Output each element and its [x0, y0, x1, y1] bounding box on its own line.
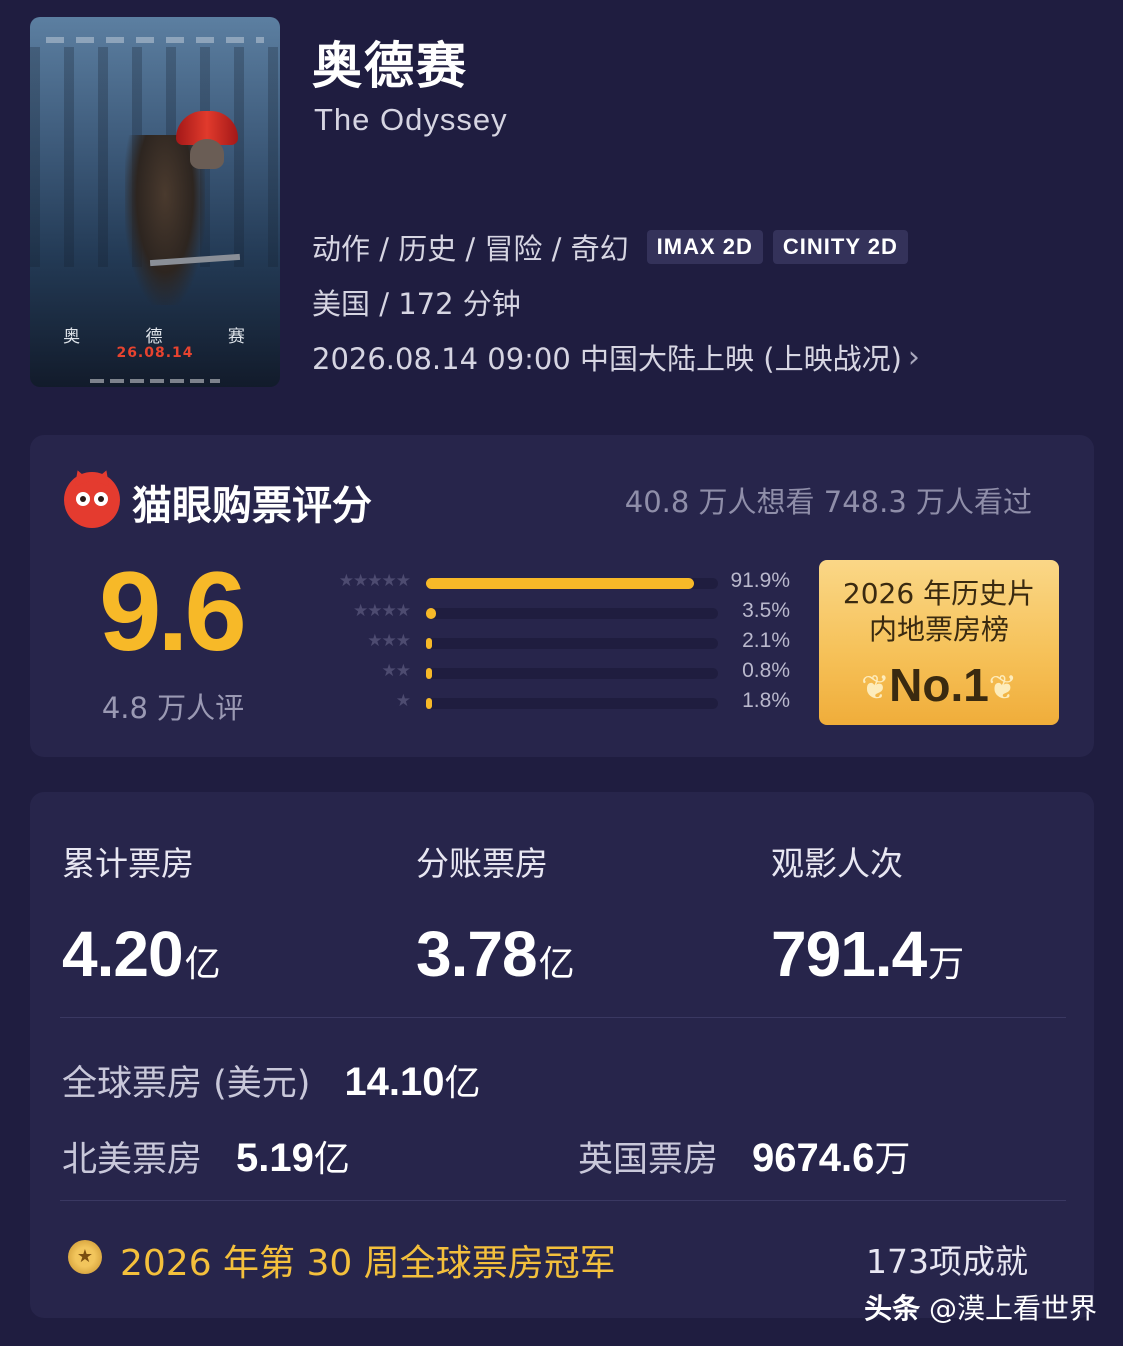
rating-count: 4.8 万人评 [101, 691, 245, 725]
distribution-track [426, 578, 718, 589]
poster-title: 奥 德 赛 [63, 327, 275, 347]
movie-release-link[interactable]: 2026.08.14 09:00 中国大陆上映 (上映战况) › [312, 336, 920, 378]
distribution-row: ★ 1.8% [308, 689, 798, 721]
stat-value: 791.4万 [771, 918, 964, 990]
want-watched-counts: 40.8 万人想看 748.3 万人看过 [624, 485, 1032, 519]
distribution-fill [426, 578, 695, 589]
distribution-row: ★★ 0.8% [308, 659, 798, 691]
movie-title: 奥德赛 [312, 37, 468, 95]
movie-poster[interactable]: 奥 德 赛 26.08.14 [30, 17, 280, 387]
poster-footer [90, 379, 220, 383]
format-badge-cinity: CINITY 2D [772, 230, 908, 264]
distribution-track [426, 638, 718, 649]
uk-box-office: 英国票房 9674.6万 [578, 1130, 910, 1182]
divider [60, 1200, 1066, 1201]
stat-label: 分账票房 [416, 844, 548, 883]
star-rating-icon: ★ [395, 691, 411, 711]
distribution-percent: 3.5% [742, 599, 790, 622]
laurel-right-icon: ❦ [988, 668, 1018, 708]
chevron-right-icon: › [907, 339, 920, 375]
distribution-row: ★★★★★ 91.9% [308, 569, 798, 601]
distribution-fill [426, 638, 433, 649]
achievement-count[interactable]: 173项成就 [866, 1235, 1028, 1283]
stat-split-box-office: 分账票房 3.78亿 [416, 837, 575, 991]
movie-genres: 动作 / 历史 / 冒险 / 奇幻 [312, 232, 629, 266]
distribution-row: ★★★★ 3.5% [308, 599, 798, 631]
rating-card: 猫眼购票评分 40.8 万人想看 748.3 万人看过 9.6 4.8 万人评 … [30, 435, 1094, 757]
format-badge-imax: IMAX 2D [646, 230, 763, 264]
star-rating-icon: ★★★★ [353, 601, 411, 621]
na-box-office-value: 5.19亿 [236, 1136, 350, 1180]
distribution-percent: 2.1% [742, 629, 790, 652]
stat-value: 3.78亿 [416, 918, 575, 990]
distribution-track [426, 698, 718, 709]
global-box-office: 全球票房 (美元) 14.10亿 [62, 1054, 481, 1106]
rank-badge-line1: 2026 年历史片 [842, 577, 1036, 610]
distribution-track [426, 668, 718, 679]
maoyan-cat-logo-icon [64, 467, 120, 528]
rating-distribution: ★★★★★ 91.9% ★★★★ 3.5% ★★★ 2.1% ★★ 0.8% ★ 1.8% [308, 569, 798, 721]
watermark: 头条 @漠上看世界 [864, 1292, 1097, 1325]
stat-label: 累计票房 [62, 844, 194, 883]
achievement-title[interactable]: 2026 年第 30 周全球票房冠军 [120, 1234, 616, 1286]
distribution-percent: 0.8% [742, 659, 790, 682]
distribution-fill [426, 668, 432, 679]
north-america-box-office: 北美票房 5.19亿 [62, 1130, 350, 1182]
divider [60, 1017, 1066, 1018]
movie-release: 2026.08.14 09:00 中国大陆上映 (上映战况) [312, 342, 902, 376]
distribution-row: ★★★ 2.1% [308, 629, 798, 661]
na-box-office-label: 北美票房 [62, 1140, 203, 1180]
stat-admissions: 观影人次 791.4万 [771, 837, 964, 991]
uk-box-office-label: 英国票房 [578, 1140, 719, 1180]
rating-title: 猫眼购票评分 [132, 483, 372, 529]
rank-badge[interactable]: 2026 年历史片 内地票房榜 ❦ No.1 ❦ [819, 560, 1059, 725]
global-box-office-value: 14.10亿 [344, 1060, 481, 1104]
distribution-track [426, 608, 718, 619]
poster-credits [46, 37, 264, 43]
stat-value: 4.20亿 [62, 918, 221, 990]
distribution-percent: 91.9% [730, 569, 790, 592]
star-rating-icon: ★★ [381, 661, 412, 681]
stat-label: 观影人次 [771, 844, 903, 883]
distribution-percent: 1.8% [742, 689, 790, 712]
rank-badge-number: No.1 [889, 659, 989, 711]
poster-helmet [190, 139, 224, 169]
rank-badge-line2: 内地票房榜 [868, 613, 1009, 646]
uk-box-office-value: 9674.6万 [752, 1136, 911, 1180]
stat-total-box-office: 累计票房 4.20亿 [62, 837, 221, 991]
distribution-fill [426, 608, 437, 619]
box-office-card: 累计票房 4.20亿 分账票房 3.78亿 观影人次 791.4万 全球票房 (… [30, 792, 1094, 1318]
star-rating-icon: ★★★ [367, 631, 411, 651]
movie-title-en: The Odyssey [314, 102, 508, 137]
poster-date: 26.08.14 [116, 345, 194, 361]
medal-icon: ★ [68, 1240, 102, 1274]
rating-score: 9.6 [99, 549, 247, 674]
movie-country-duration: 美国 / 172 分钟 [312, 287, 521, 321]
star-rating-icon: ★★★★★ [338, 571, 411, 591]
distribution-fill [426, 698, 432, 709]
global-box-office-label: 全球票房 (美元) [62, 1064, 311, 1104]
movie-genres-row: 动作 / 历史 / 冒险 / 奇幻 IMAX 2D CINITY 2D [312, 226, 908, 268]
